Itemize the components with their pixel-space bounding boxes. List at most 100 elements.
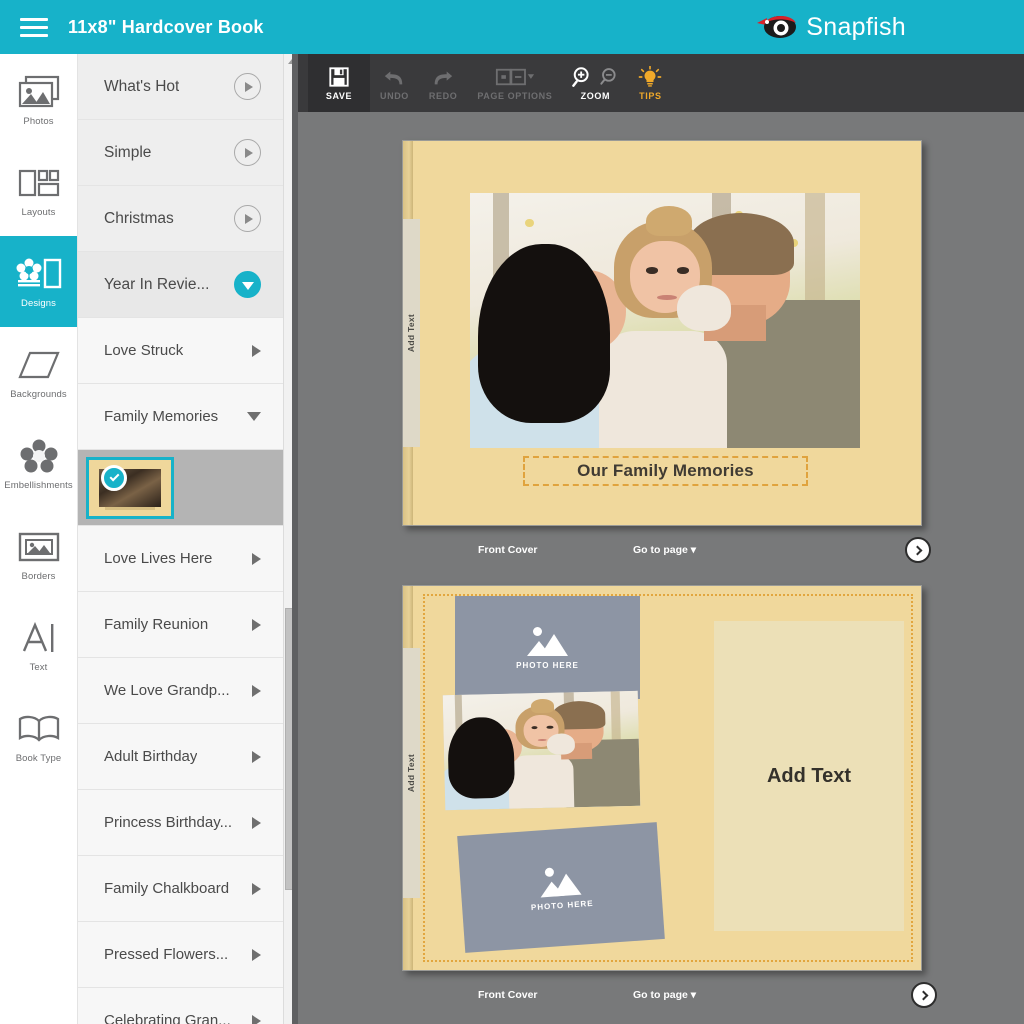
category-row-simple[interactable]: Simple (78, 120, 283, 186)
tips-button[interactable]: TIPS (628, 54, 672, 112)
chevron-right-icon[interactable] (252, 344, 261, 357)
sidebar-item-book-type[interactable]: Book Type (0, 691, 77, 782)
sidebar-item-embellishments[interactable]: Embellishments (0, 418, 77, 509)
thumbnail-title-line (105, 506, 155, 510)
magnifier-plus-icon[interactable] (572, 66, 594, 88)
circle-play-icon[interactable] (234, 139, 261, 166)
page-footer-cover-spread: Front Cover Go to page ▾ (298, 975, 1024, 1015)
undo-button[interactable]: UNDO (370, 54, 419, 112)
category-row-celebrating-grandma[interactable]: Celebrating Gran... (78, 988, 283, 1024)
page-options-button[interactable]: PAGE OPTIONS (467, 54, 562, 112)
save-label: SAVE (325, 90, 353, 101)
book-front-cover[interactable]: Add Text Our Family Memories (402, 140, 922, 526)
category-label: Princess Birthday... (104, 814, 233, 831)
photo-placeholder-bottom[interactable]: PHOTO HERE (457, 822, 665, 953)
spine-text-field[interactable]: Add Text (403, 219, 420, 447)
circle-chevron-down-icon[interactable] (234, 271, 261, 298)
cover-title-textbox[interactable]: Our Family Memories (523, 456, 808, 486)
chevron-down-icon[interactable] (247, 412, 261, 421)
chevron-right-icon (918, 990, 928, 1000)
chevron-right-icon[interactable] (252, 882, 261, 895)
page-label: Front Cover (478, 544, 538, 556)
chevron-right-icon[interactable] (252, 816, 261, 829)
redo-button[interactable]: REDO (419, 54, 467, 112)
cover-title-text: Our Family Memories (577, 461, 754, 480)
sidebar-item-backgrounds[interactable]: Backgrounds (0, 327, 77, 418)
placeholder-label: PHOTO HERE (530, 898, 594, 912)
framed-photo-icon (16, 528, 62, 566)
page-pane-cover-spread: Add Text PHOTO HERE PHOTO HERE Add Text … (298, 567, 1024, 1008)
chevron-right-icon[interactable] (252, 1014, 261, 1024)
sidebar-item-borders[interactable]: Borders (0, 509, 77, 600)
category-label: Pressed Flowers... (104, 946, 229, 963)
add-text-box[interactable]: Add Text (714, 621, 904, 931)
category-row-princess-birthday[interactable]: Princess Birthday... (78, 790, 283, 856)
flower-page-icon (16, 255, 62, 293)
flower-icon (16, 437, 62, 475)
book-cover-spread[interactable]: Add Text PHOTO HERE PHOTO HERE Add Text (402, 585, 922, 971)
chevron-right-icon[interactable] (252, 684, 261, 697)
design-thumbnail-selected[interactable] (86, 456, 174, 519)
category-row-year-in-review[interactable]: Year In Revie... (78, 252, 283, 318)
zoom-controls[interactable]: ZOOM (562, 54, 628, 112)
spine-text-label: Add Text (406, 313, 417, 353)
check-circle-icon (101, 464, 127, 491)
circle-play-icon[interactable] (234, 73, 261, 100)
hamburger-bar (20, 17, 48, 21)
rail-label: Layouts (21, 206, 56, 218)
category-row-family-reunion[interactable]: Family Reunion (78, 592, 283, 658)
category-row-christmas[interactable]: Christmas (78, 186, 283, 252)
spine-text-field[interactable]: Add Text (403, 648, 420, 898)
chevron-right-icon[interactable] (252, 552, 261, 565)
photo-placeholder-top[interactable]: PHOTO HERE (455, 596, 640, 699)
rail-label: Designs (20, 297, 57, 309)
category-label: Love Struck (104, 342, 184, 359)
category-row-we-love-grandpa[interactable]: We Love Grandp... (78, 658, 283, 724)
category-row-pressed-flowers[interactable]: Pressed Flowers... (78, 922, 283, 988)
book-canvas: Add Text Our Family Memories Front Cover… (298, 112, 1024, 1024)
category-label: Christmas (104, 209, 174, 227)
design-category-list[interactable]: What's Hot Simple Christmas Year In Revi… (78, 54, 283, 1024)
design-thumbnail-strip (78, 450, 283, 526)
sidebar-item-layouts[interactable]: Layouts (0, 145, 77, 236)
category-label: Simple (104, 143, 152, 161)
family-photo (470, 193, 860, 448)
circle-play-icon[interactable] (234, 205, 261, 232)
category-row-love-lives-here[interactable]: Love Lives Here (78, 526, 283, 592)
rail-label: Embellishments (4, 479, 73, 491)
go-to-page-dropdown[interactable]: Go to page ▾ (633, 989, 696, 1001)
category-label: Family Chalkboard (104, 880, 230, 897)
photo-slot-family[interactable] (442, 690, 641, 811)
text-a-cursor-icon (16, 619, 62, 657)
next-page-button[interactable] (905, 537, 931, 563)
category-label: Celebrating Gran... (104, 1012, 231, 1024)
go-to-page-label: Go to page (633, 544, 688, 556)
category-label: Family Reunion (104, 616, 209, 633)
category-row-adult-birthday[interactable]: Adult Birthday (78, 724, 283, 790)
cover-photo-frame[interactable] (470, 193, 860, 448)
chevron-right-icon[interactable] (252, 618, 261, 631)
chevron-right-icon[interactable] (252, 948, 261, 961)
go-to-page-dropdown[interactable]: Go to page ▾ (633, 544, 696, 556)
lightbulb-icon (638, 65, 662, 87)
redo-arrow-icon (434, 71, 453, 84)
category-row-whats-hot[interactable]: What's Hot (78, 54, 283, 120)
sidebar-item-designs[interactable]: Designs (0, 236, 77, 327)
sidebar-item-text[interactable]: Text (0, 600, 77, 691)
category-row-family-memories[interactable]: Family Memories (78, 384, 283, 450)
sidebar-item-photos[interactable]: Photos (0, 54, 77, 145)
category-row-family-chalkboard[interactable]: Family Chalkboard (78, 856, 283, 922)
category-row-love-struck[interactable]: Love Struck (78, 318, 283, 384)
redo-label: REDO (428, 90, 458, 101)
magnifier-minus-icon[interactable] (598, 67, 618, 87)
chevron-right-icon[interactable] (252, 750, 261, 763)
page-footer-front-cover: Front Cover Go to page ▾ (298, 530, 1024, 570)
next-page-button[interactable] (911, 982, 937, 1008)
grid-layout-icon (16, 164, 62, 202)
photo-stack-icon (16, 73, 62, 111)
save-button[interactable]: SAVE (308, 54, 370, 112)
hamburger-menu-icon[interactable] (0, 0, 68, 54)
category-label: What's Hot (104, 77, 180, 95)
undo-arrow-icon (385, 71, 403, 84)
app-header: 11x8" Hardcover Book Snapfish (0, 0, 1024, 54)
